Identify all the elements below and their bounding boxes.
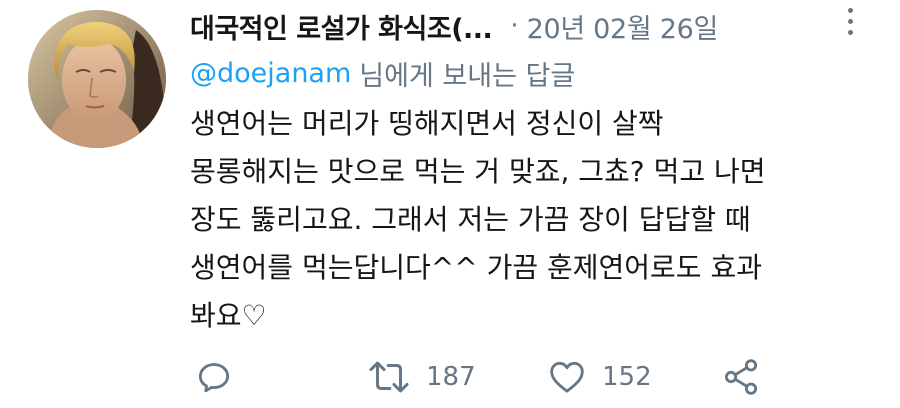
tweet-header: 대국적인 로설가 화식조(... · 20년 02월 26일 — [190, 4, 830, 48]
retweet-button[interactable]: 187 — [366, 352, 476, 402]
retweet-count: 187 — [426, 362, 476, 392]
like-button[interactable]: 152 — [546, 352, 652, 402]
timestamp[interactable]: 20년 02월 26일 — [527, 7, 719, 46]
reply-to-handle[interactable]: @doejanam — [190, 58, 351, 89]
avatar-image — [28, 10, 166, 148]
tweet-text-line: 몽롱해지는 맛으로 먹는 거 맞죠, 그쵸? 먹고 나면 — [190, 155, 766, 188]
heart-icon — [550, 361, 584, 393]
more-options-icon[interactable] — [838, 8, 862, 42]
replying-to: @doejanam 님에게 보내는 답글 — [190, 53, 575, 93]
share-icon — [724, 359, 758, 395]
reply-icon — [198, 363, 230, 393]
share-button[interactable] — [720, 352, 762, 402]
tweet-text-line: 봐요♡ — [190, 299, 267, 332]
header-separator: · — [510, 11, 519, 41]
reply-to-suffix: 님에게 보내는 답글 — [359, 60, 576, 92]
tweet-text-line: 장도 뚫리고요. 그래서 저는 가끔 장이 답답할 때 — [190, 203, 751, 236]
tweet-text-line: 생연어를 먹는답니다^^ 가끔 훈제연어로도 효과 — [190, 251, 762, 284]
reply-button[interactable] — [194, 352, 234, 402]
retweet-icon — [369, 361, 409, 393]
action-bar: 187 152 — [190, 352, 790, 402]
tweet-text: 생연어는 머리가 띵해지면서 정신이 살짝 몽롱해지는 맛으로 먹는 거 맞죠,… — [190, 100, 870, 340]
avatar[interactable] — [28, 10, 166, 148]
tweet-text-line: 생연어는 머리가 띵해지면서 정신이 살짝 — [190, 107, 664, 140]
display-name[interactable]: 대국적인 로설가 화식조(... — [190, 7, 493, 46]
tweet: 대국적인 로설가 화식조(... · 20년 02월 26일 @doejanam… — [0, 0, 900, 408]
like-count: 152 — [602, 362, 652, 392]
